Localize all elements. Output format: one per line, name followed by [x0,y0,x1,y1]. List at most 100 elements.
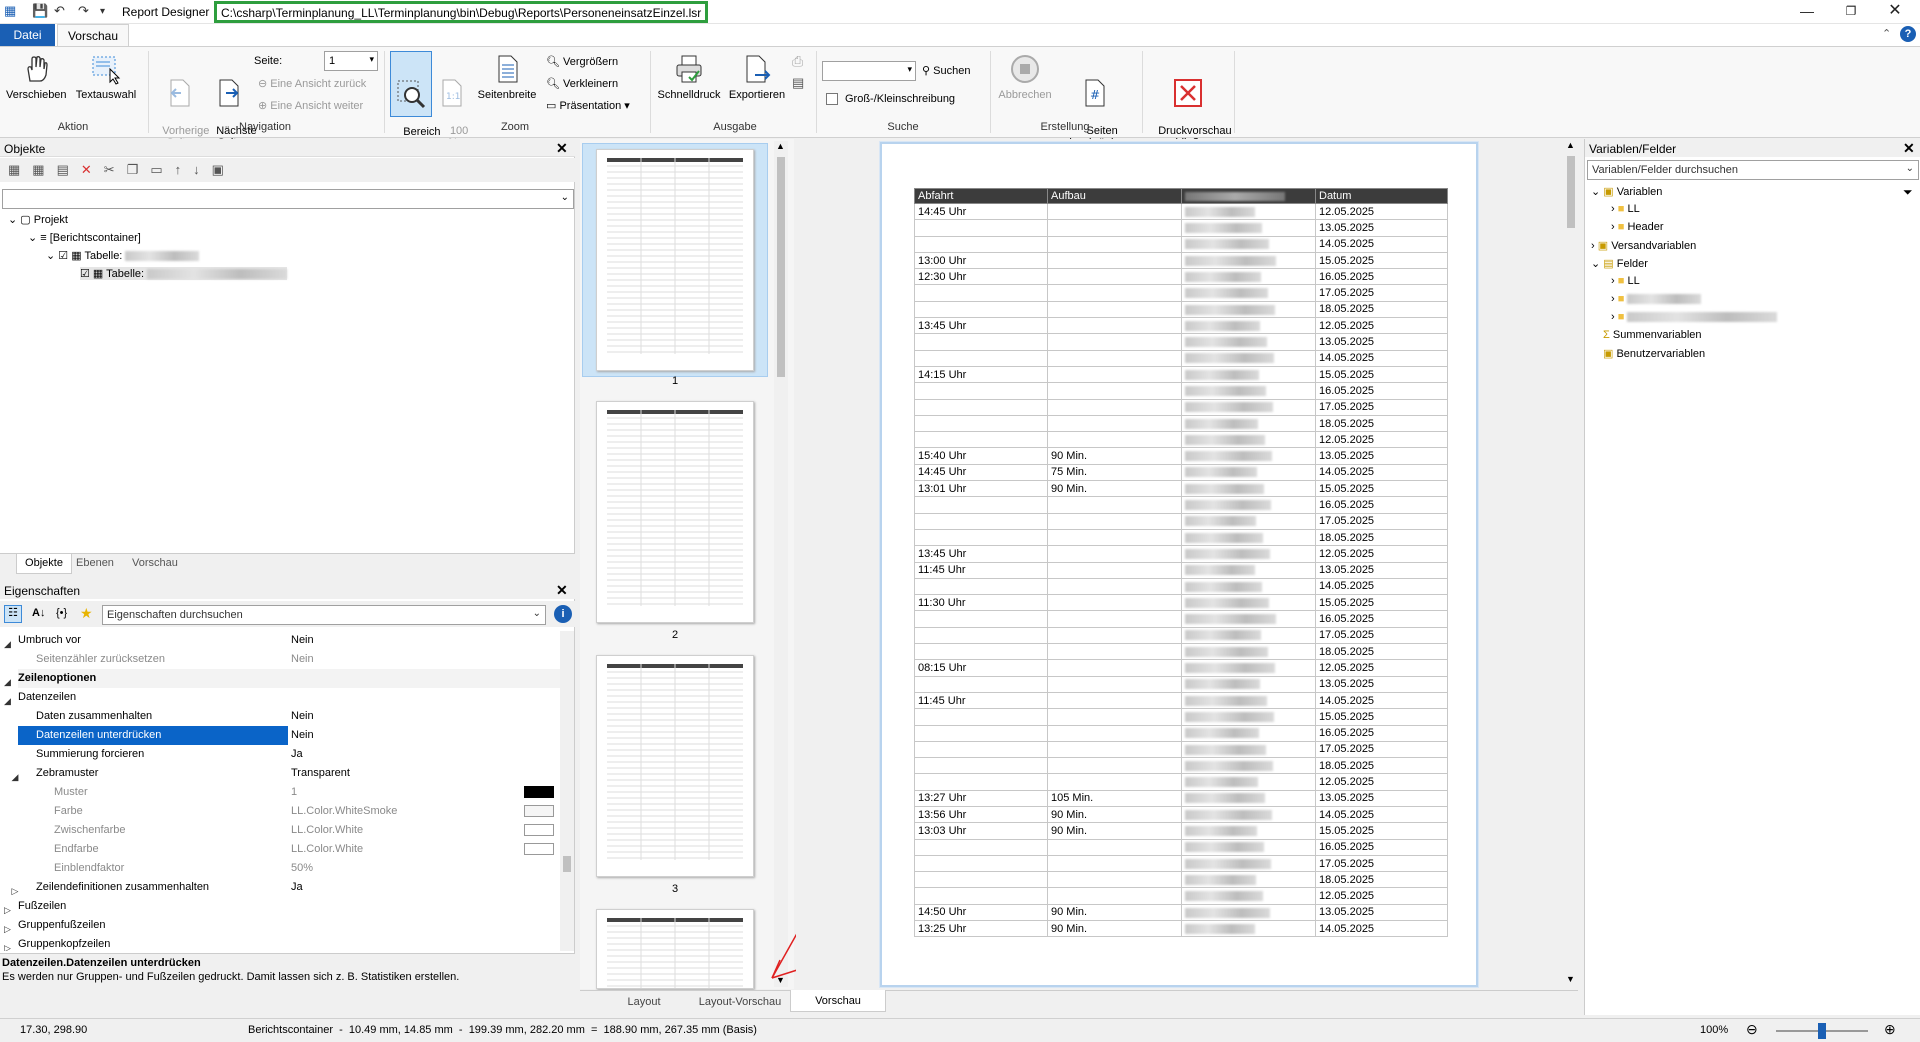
var-tree-header[interactable]: › ■ Header [1611,221,1664,233]
seitenbreite-button[interactable]: Seitenbreite [474,53,540,101]
color-swatch-black[interactable] [524,786,554,798]
prop-zwischenfarbe[interactable]: Zwischenfarbe LL.Color.White [54,821,560,840]
move-up-icon[interactable]: ↑ [175,162,194,177]
praesentation-button[interactable]: ▭ Präsentation ▾ [546,99,630,112]
prop-zebramuster[interactable]: Zebramuster Transparent [36,764,560,783]
thumbnail-page-3[interactable] [596,655,754,877]
tab-ebenen[interactable]: Ebenen [76,557,114,569]
abbrechen-button[interactable]: Abbrechen [994,53,1056,101]
thumbnail-page-4[interactable] [596,909,754,989]
exportieren-button[interactable]: Exportieren [724,53,790,101]
categorized-icon[interactable]: ☷ [4,605,22,623]
prop-zeilenoptionen[interactable]: Zeilenoptionen [18,669,560,688]
seite-dropdown[interactable]: 1 ▾ [324,51,378,71]
var-tree-blurred-1[interactable]: › ■ [1611,293,1702,305]
prop-zeilendefinitionen[interactable]: Zeilendefinitionen zusammenhalten Ja [36,878,560,897]
prop-gruppenkopfzeilen[interactable]: Gruppenkopfzeilen [18,935,553,951]
expression-icon[interactable]: {•} [56,607,67,619]
minimize-button[interactable]: — [1784,0,1830,24]
tab-objekte[interactable]: Objekte [16,554,72,574]
scroll-up-icon[interactable]: ▲ [1566,140,1575,150]
undo-icon[interactable]: ↶ [54,3,65,19]
var-tree-ll[interactable]: › ■ LL [1611,203,1640,215]
eine-ansicht-weiter-button[interactable]: ⊕ Eine Ansicht weiter [258,99,363,112]
prop-summierung-forcieren[interactable]: Summierung forcieren Ja [36,745,560,764]
cut-icon[interactable]: ✂ [104,162,127,177]
thumbnail-page-1[interactable] [596,149,754,371]
thumbnail-page-2[interactable] [596,401,754,623]
tab-datei[interactable]: Datei [0,24,55,46]
preview-scrollbar[interactable]: ▲ ▼ [1564,140,1578,988]
textauswahl-button[interactable]: Textauswahl [70,53,142,101]
prop-farbe[interactable]: Farbe LL.Color.WhiteSmoke [54,802,560,821]
tab-vorschau-panel[interactable]: Vorschau [132,557,178,569]
properties-search-input[interactable]: Eigenschaften durchsuchen ⌄ [102,605,546,625]
gross-klein-checkbox[interactable] [826,93,838,105]
help-icon[interactable]: ? [1900,26,1916,42]
prop-daten-zusammenhalten[interactable]: Daten zusammenhalten Nein [36,707,560,726]
color-swatch-white[interactable] [524,843,554,855]
color-swatch-whitesmoke[interactable] [524,805,554,817]
color-swatch-white[interactable] [524,824,554,836]
close-window-button[interactable]: ✕ [1872,0,1918,24]
var-tree-blurred-2[interactable]: › ■ [1611,311,1778,323]
var-tree-variablen[interactable]: ⌄ ▣ Variablen [1591,185,1662,198]
properties-scrollbar[interactable] [560,631,574,951]
add-table-icon[interactable]: ▦ [32,162,56,177]
collapse-ribbon-icon[interactable]: ⌃ [1882,27,1891,40]
tree-item-projekt[interactable]: ⌄ ▢ Projekt [8,213,68,226]
close-icon[interactable]: ✕ [556,140,568,157]
zoom-slider-thumb[interactable] [1818,1023,1826,1039]
copy-icon[interactable]: ❐ [127,162,151,177]
info-icon[interactable]: i [554,605,572,623]
customize-quick-access-icon[interactable]: ▾ [100,6,105,17]
objects-filter-dropdown[interactable]: ⌄ [2,189,574,209]
scroll-down-icon[interactable]: ▼ [1566,974,1575,984]
filter-icon[interactable]: ⏷ [1903,185,1913,200]
var-tree-versandvariablen[interactable]: › ▣ Versandvariablen [1591,239,1696,252]
prop-endfarbe[interactable]: Endfarbe LL.Color.White [54,840,560,859]
prop-datenzeilen-unterdruecken[interactable]: Datenzeilen unterdrücken Nein [36,726,560,745]
tab-layout[interactable]: Layout [604,993,684,1011]
tree-item-berichtscontainer[interactable]: ⌄ ≡ [Berichtscontainer] [28,231,141,244]
scrollbar-thumb[interactable] [563,856,571,872]
sort-alpha-icon[interactable]: A↓ [32,607,45,619]
tab-vorschau-bottom[interactable]: Vorschau [790,990,886,1012]
paste-icon[interactable]: ▭ [150,162,174,177]
tab-layout-vorschau[interactable]: Layout-Vorschau [692,993,788,1011]
group-icon[interactable]: ▣ [212,162,236,177]
verschieben-button[interactable]: Verschieben [6,53,67,101]
redo-icon[interactable]: ↷ [78,3,89,19]
prop-einblendfaktor[interactable]: Einblendfaktor 50% [54,859,560,878]
prop-datenzeilen[interactable]: Datenzeilen [18,688,553,707]
prop-seitenzaehler[interactable]: Seitenzähler zurücksetzen Nein [36,650,560,669]
close-icon[interactable]: ✕ [556,582,568,599]
save-icon[interactable]: 💾 [32,3,48,19]
var-tree-felder-ll[interactable]: › ■ LL [1611,275,1640,287]
scrollbar-thumb[interactable] [1567,156,1575,228]
print-options-icon[interactable]: ▤ [792,75,804,91]
tab-vorschau[interactable]: Vorschau [57,24,129,47]
verkleinern-button[interactable]: 🔍︎ Verkleinern [546,77,618,90]
prop-umbruch-vor[interactable]: Umbruch vor Nein [18,631,553,650]
favorites-icon[interactable]: ★ [80,605,93,622]
prop-gruppenfusszeilen[interactable]: Gruppenfußzeilen [18,916,553,935]
var-tree-benutzervariablen[interactable]: ▣ Benutzervariablen [1603,347,1705,360]
bereich-waehlen-button[interactable]: Bereich wählen [390,51,441,150]
scroll-up-icon[interactable]: ▲ [776,141,785,151]
scrollbar-thumb[interactable] [777,157,785,377]
prop-muster[interactable]: Muster 1 [54,783,560,802]
prop-fusszeilen[interactable]: Fußzeilen [18,897,553,916]
vergroessern-button[interactable]: 🔍︎ Vergrößern [546,55,618,68]
var-tree-summenvariablen[interactable]: Σ Summenvariablen [1603,329,1702,341]
schnelldruck-button[interactable]: Schnelldruck [654,53,724,101]
close-icon[interactable]: ✕ [1903,140,1915,157]
zoom-out-icon[interactable]: ⊖ [1746,1021,1758,1038]
tree-item-tabelle-1[interactable]: ⌄ ☑ ▦ Tabelle: [46,249,200,262]
search-input[interactable]: ▾ [822,61,916,81]
delete-icon[interactable]: ✕ [81,162,104,177]
maximize-button[interactable]: ❐ [1828,0,1874,24]
print-icon[interactable]: ⎙ [792,53,803,70]
tree-item-tabelle-2[interactable]: ☑ ▦ Tabelle: [80,267,288,280]
variables-search-input[interactable]: Variablen/Felder durchsuchen ⌄ [1587,160,1919,180]
